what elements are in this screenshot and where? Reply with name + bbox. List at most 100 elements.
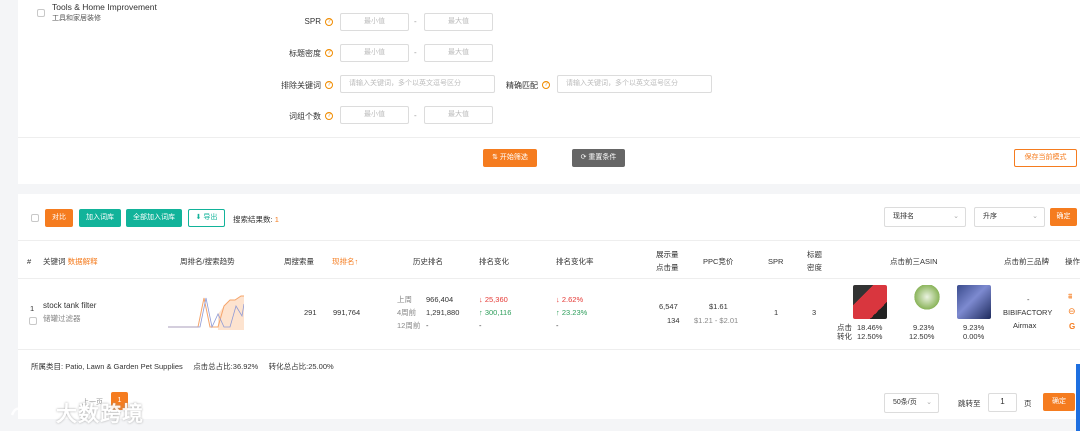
col-current-rank[interactable]: 现排名↑: [332, 257, 358, 267]
product-image-1[interactable]: [853, 285, 887, 319]
start-filter-button[interactable]: ⇅ 开始筛选: [483, 149, 537, 167]
asin-conv-share: 12.50%: [857, 332, 883, 341]
brand-3[interactable]: Airmax: [1013, 320, 1036, 332]
asin-click-share: 9.23%: [963, 323, 985, 332]
google-icon[interactable]: G: [1069, 322, 1075, 331]
category-name: Tools & Home Improvement: [52, 2, 157, 12]
col-top3-asin: 点击前三ASIN: [890, 257, 938, 266]
spr-label: SPR: [304, 17, 321, 26]
word-count-label: 词组个数: [289, 112, 321, 121]
sort-field-select[interactable]: 现排名 ⌄: [884, 207, 966, 227]
product-image-3[interactable]: [957, 285, 991, 319]
word-count-max-input[interactable]: 最大值: [424, 106, 493, 124]
rank-change: ↓ 25,360: [479, 295, 508, 304]
col-ppc: PPC竞价: [703, 257, 734, 266]
current-rank: 991,764: [333, 308, 361, 317]
help-icon[interactable]: ?: [542, 81, 550, 89]
help-icon[interactable]: ?: [325, 18, 333, 26]
col-title-density-bottom: 密度: [807, 263, 822, 272]
exact-match-input[interactable]: 请输入关键词，多个以英文逗号区分: [557, 75, 712, 93]
keyword-cn: 储罐过滤器: [43, 314, 81, 323]
asin-conv-share: 0.00%: [963, 332, 985, 341]
rank-change: -: [479, 321, 482, 330]
data-explain-link[interactable]: 数据解释: [68, 257, 98, 266]
col-keyword: 关键词 数据解释: [43, 257, 98, 266]
divider: [18, 278, 1080, 279]
rank-change-rate: -: [556, 321, 559, 330]
weekly-volume: 291: [304, 308, 317, 317]
watermark-logo-icon: [10, 403, 54, 416]
more-icon[interactable]: ⊖: [1068, 306, 1076, 317]
category-checkbox[interactable]: [37, 9, 45, 17]
row-summary: 所属类目: Patio, Lawn & Garden Pet Supplies …: [31, 362, 334, 371]
col-rank-change-rate: 排名变化率: [556, 257, 594, 266]
sort-order-select[interactable]: 升序 ⌄: [974, 207, 1045, 227]
chevron-down-icon: ⌄: [953, 213, 959, 220]
rank-change: ↑ 300,116: [479, 308, 512, 317]
save-mode-button[interactable]: 保存当前模式: [1014, 149, 1077, 167]
keyword-link[interactable]: stock tank filter: [43, 300, 96, 312]
conv-label: 转化: [837, 332, 852, 341]
rank-change-rate: ↑ 23.23%: [556, 308, 588, 317]
title-density-min-input[interactable]: 最小值: [340, 44, 409, 62]
add-all-library-button[interactable]: 全部加入词库: [126, 209, 182, 227]
compare-button[interactable]: 对比: [45, 209, 73, 227]
divider: [18, 349, 1080, 350]
history-label: 12周前: [397, 321, 421, 330]
chevron-down-icon: ⌄: [926, 399, 932, 406]
col-clicks: 点击量: [656, 263, 679, 272]
click-label: 点击: [837, 323, 852, 332]
filter-icon: ⇅: [492, 154, 500, 161]
col-index: #: [27, 257, 32, 266]
row-checkbox[interactable]: [29, 317, 37, 325]
row-index: 1: [30, 304, 35, 313]
help-icon[interactable]: ?: [325, 112, 333, 120]
ppc-bid: $1.61: [709, 302, 728, 311]
result-count: 搜索结果数: 1: [233, 215, 279, 224]
help-icon[interactable]: ?: [325, 49, 333, 57]
history-label: 上周: [397, 295, 412, 304]
spr-max-input[interactable]: 最大值: [424, 13, 493, 31]
jump-page-input[interactable]: 1: [988, 393, 1017, 412]
col-top3-brand: 点击前三品牌: [1004, 257, 1049, 266]
select-all-checkbox[interactable]: [31, 214, 39, 222]
results-panel: 对比 加入词库 全部加入词库 ⬇ 导出 搜索结果数: 1 现排名 ⌄ 升序 ⌄ …: [18, 194, 1080, 419]
history-value: -: [426, 321, 429, 330]
page-unit: 页: [1024, 399, 1032, 408]
col-action: 操作: [1065, 257, 1080, 266]
page-size-select[interactable]: 50条/页 ⌄: [884, 393, 939, 413]
watermark: 大数跨境: [8, 399, 148, 427]
divider: [18, 240, 1080, 241]
col-impressions: 展示量: [656, 250, 679, 259]
jump-confirm-button[interactable]: 确定: [1043, 393, 1075, 411]
ppc-range: $1.21 - $2.01: [694, 316, 739, 325]
col-rank-change: 排名变化: [479, 257, 509, 266]
brand-2[interactable]: BIBIFACTORY: [1003, 307, 1052, 319]
category-name-cn: 工具和家居装修: [52, 15, 101, 22]
spr-min-input[interactable]: 最小值: [340, 13, 409, 31]
add-library-button[interactable]: 加入词库: [79, 209, 121, 227]
asin-conv-share: 12.50%: [909, 332, 935, 341]
chart-icon[interactable]: ⩩: [1068, 292, 1072, 302]
col-weekly-volume: 周搜索量: [284, 257, 314, 266]
export-button[interactable]: ⬇ 导出: [188, 209, 225, 227]
chevron-down-icon: ⌄: [1032, 213, 1038, 220]
trend-sparkline[interactable]: [168, 294, 244, 330]
col-spr: SPR: [768, 257, 784, 266]
history-label: 4周前: [397, 308, 417, 317]
title-density-max-input[interactable]: 最大值: [424, 44, 493, 62]
watermark-text: 大数跨境: [56, 402, 144, 426]
title-density-label: 标题密度: [289, 49, 321, 58]
sort-confirm-button[interactable]: 确定: [1050, 208, 1077, 226]
asin-click-share: 18.46%: [857, 323, 883, 332]
word-count-min-input[interactable]: 最小值: [340, 106, 409, 124]
divider: [18, 137, 1080, 138]
col-history-rank: 历史排名: [413, 257, 443, 266]
rank-change-rate: ↓ 2.62%: [556, 295, 584, 304]
impressions: 6,547: [659, 302, 678, 311]
product-image-2[interactable]: [910, 285, 944, 319]
jump-label: 跳转至: [958, 399, 981, 408]
scroll-indicator[interactable]: [1076, 364, 1080, 431]
help-icon[interactable]: ?: [325, 81, 333, 89]
reset-button[interactable]: ⟳ 重置条件: [572, 149, 625, 167]
